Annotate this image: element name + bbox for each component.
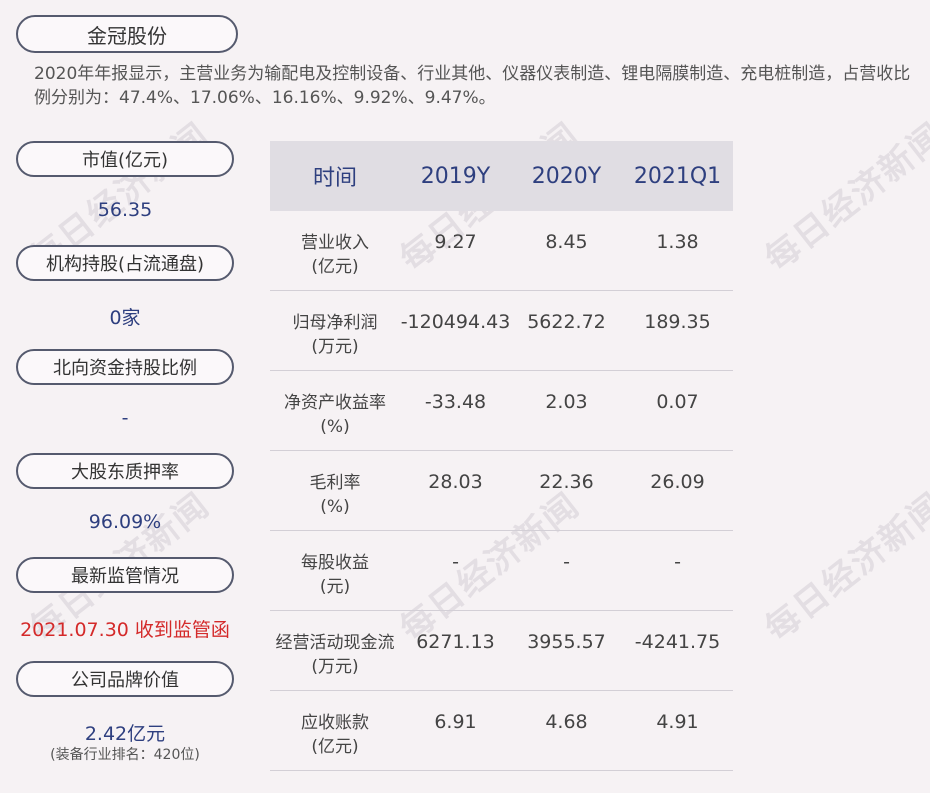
regulatory-status-value: 2021.07.30 收到监管函 xyxy=(20,619,230,641)
table-cell: 6271.13 xyxy=(416,631,495,653)
header-time: 时间 xyxy=(312,166,357,191)
row-label: 营业收入 (亿元) xyxy=(301,233,369,277)
watermark: 每日经济新闻 xyxy=(757,115,930,280)
row-label: 每股收益 (元) xyxy=(301,553,369,597)
table-cell: 4.68 xyxy=(545,711,588,733)
table-header: 时间 2019Y 2020Y 2021Q1 xyxy=(270,141,733,211)
pledge-ratio-value: 96.09% xyxy=(88,511,162,533)
table-row: 营业收入 (亿元) 9.27 8.45 1.38 xyxy=(270,211,733,291)
brand-value-rank-note: (装备行业排名：420位) xyxy=(50,747,200,763)
table-row: 净资产收益率 (%) -33.48 2.03 0.07 xyxy=(270,371,733,451)
brand-value-label: 公司品牌价值 xyxy=(16,661,234,697)
table-row: 毛利率 (%) 28.03 22.36 26.09 xyxy=(270,451,733,531)
table-cell: 9.27 xyxy=(434,231,477,253)
institutional-holding-value: 0家 xyxy=(109,307,141,329)
row-label: 应收账款 (亿元) xyxy=(301,713,369,757)
table-cell: 189.35 xyxy=(644,311,711,333)
pledge-ratio-label: 大股东质押率 xyxy=(16,453,234,489)
company-name-title: 金冠股份 xyxy=(16,15,238,53)
table-cell: 5622.72 xyxy=(527,311,606,333)
table-cell: 0.07 xyxy=(656,391,699,413)
watermark: 每日经济新闻 xyxy=(757,485,930,650)
table-cell: 28.03 xyxy=(428,471,483,493)
table-row: 应收账款 (亿元) 6.91 4.68 4.91 xyxy=(270,691,733,771)
table-cell: 22.36 xyxy=(539,471,594,493)
table-cell: 6.91 xyxy=(434,711,477,733)
header-2019y: 2019Y xyxy=(420,163,491,189)
table-cell: 8.45 xyxy=(545,231,588,253)
table-cell: 1.38 xyxy=(656,231,699,253)
row-label: 经营活动现金流 (万元) xyxy=(275,633,395,677)
business-summary: 2020年年报显示，主营业务为输配电及控制设备、行业其他、仪器仪表制造、锂电隔膜… xyxy=(34,64,911,108)
brand-value-value: 2.42亿元 xyxy=(84,723,166,745)
header-2020y: 2020Y xyxy=(531,163,602,189)
table-cell: - xyxy=(563,551,570,573)
row-label: 净资产收益率 (%) xyxy=(284,393,386,437)
market-cap-value: 56.35 xyxy=(97,199,153,221)
table-row: 归母净利润 (万元) -120494.43 5622.72 189.35 xyxy=(270,291,733,371)
market-cap-label: 市值(亿元) xyxy=(16,141,234,177)
table-cell: 2.03 xyxy=(545,391,588,413)
northbound-holding-value: - xyxy=(121,407,129,429)
table-row: 经营活动现金流 (万元) 6271.13 3955.57 -4241.75 xyxy=(270,611,733,691)
financial-table: 时间 2019Y 2020Y 2021Q1 营业收入 (亿元) 9.27 8.45… xyxy=(270,141,733,771)
table-cell: -120494.43 xyxy=(400,311,511,333)
table-cell: - xyxy=(452,551,459,573)
row-label: 毛利率 (%) xyxy=(309,473,361,517)
table-cell: - xyxy=(674,551,681,573)
table-cell: -33.48 xyxy=(424,391,487,413)
northbound-holding-label: 北向资金持股比例 xyxy=(16,349,234,385)
header-2021q1: 2021Q1 xyxy=(633,163,722,189)
table-row: 每股收益 (元) - - - xyxy=(270,531,733,611)
table-cell: 4.91 xyxy=(656,711,699,733)
table-cell: 3955.57 xyxy=(527,631,606,653)
institutional-holding-label: 机构持股(占流通盘) xyxy=(16,245,234,281)
table-cell: -4241.75 xyxy=(634,631,721,653)
row-label: 归母净利润 (万元) xyxy=(292,313,378,357)
table-cell: 26.09 xyxy=(650,471,705,493)
regulatory-status-label: 最新监管情况 xyxy=(16,557,234,593)
